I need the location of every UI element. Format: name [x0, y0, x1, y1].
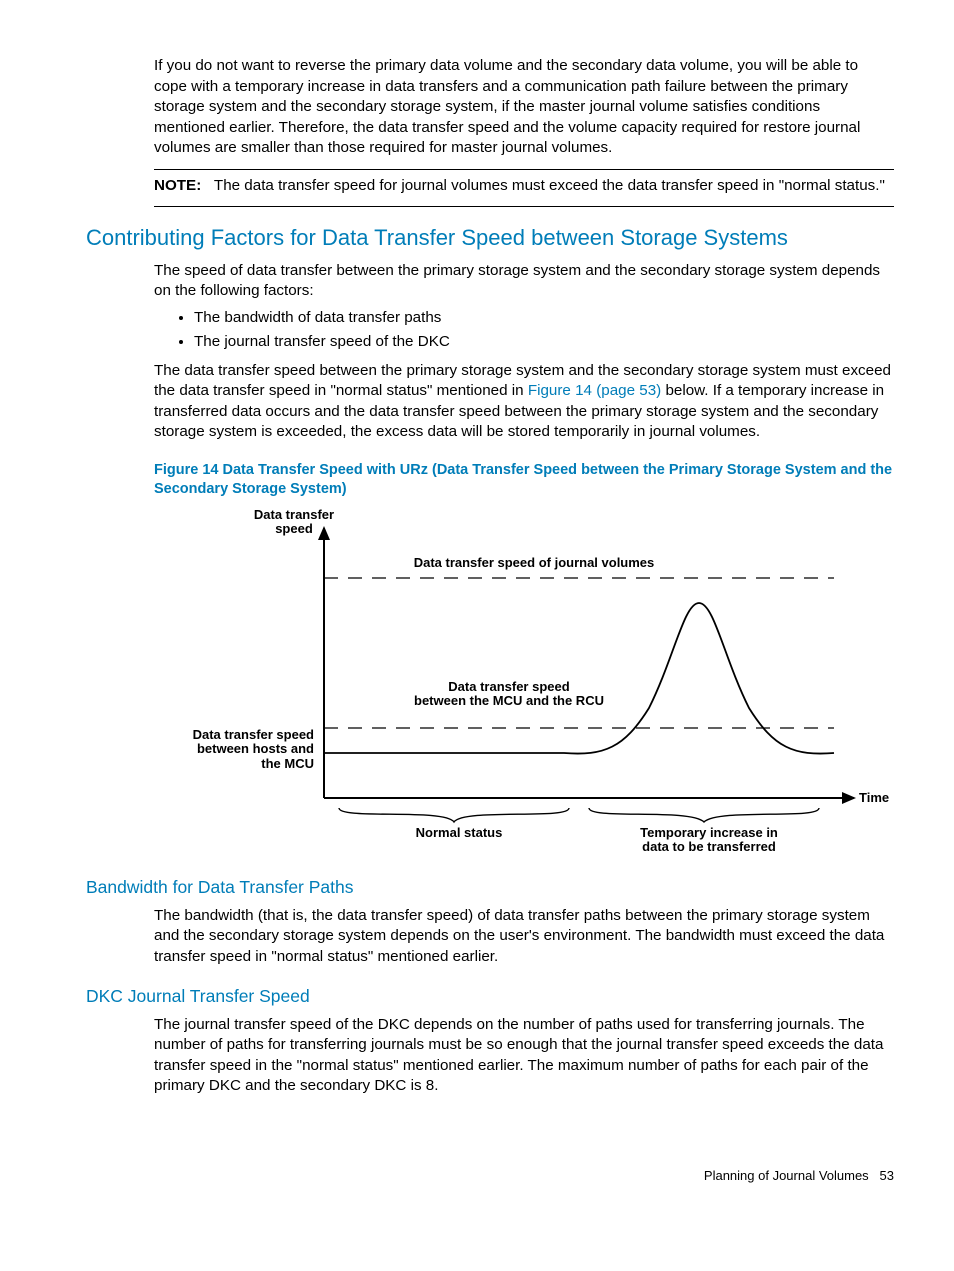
label-mcu-rcu: Data transfer speedbetween the MCU and t… — [384, 680, 634, 709]
note-text: The data transfer speed for journal volu… — [214, 177, 885, 194]
contrib-p2: The data transfer speed between the prim… — [154, 361, 894, 443]
intro-paragraph: If you do not want to reverse the primar… — [154, 56, 894, 159]
note-block: NOTE: The data transfer speed for journa… — [154, 176, 894, 197]
footer-section-title: Planning of Journal Volumes — [704, 1168, 869, 1183]
note-rule-bottom — [154, 206, 894, 207]
figure-14-chart: Data transferspeed Data transfer speed o… — [154, 508, 894, 858]
dkc-paragraph: The journal transfer speed of the DKC de… — [154, 1015, 894, 1097]
x-axis-label: Time — [859, 791, 889, 805]
label-temporary-increase: Temporary increase indata to be transfer… — [614, 826, 804, 855]
figure-14-link[interactable]: Figure 14 (page 53) — [528, 382, 661, 399]
page-number: 53 — [880, 1168, 894, 1183]
label-journal-volumes: Data transfer speed of journal volumes — [374, 556, 694, 570]
y-axis-label: Data transferspeed — [239, 508, 349, 537]
label-hosts-mcu: Data transfer speedbetween hosts andthe … — [154, 728, 314, 771]
list-item: The bandwidth of data transfer paths — [194, 308, 894, 329]
bandwidth-paragraph: The bandwidth (that is, the data transfe… — [154, 906, 894, 968]
note-rule-top — [154, 169, 894, 170]
heading-bandwidth: Bandwidth for Data Transfer Paths — [86, 876, 894, 900]
factor-list: The bandwidth of data transfer paths The… — [154, 308, 894, 353]
list-item: The journal transfer speed of the DKC — [194, 332, 894, 353]
heading-dkc-journal: DKC Journal Transfer Speed — [86, 985, 894, 1009]
label-normal-status: Normal status — [399, 826, 519, 840]
note-label: NOTE: — [154, 177, 201, 194]
heading-contributing-factors: Contributing Factors for Data Transfer S… — [86, 223, 894, 253]
contrib-p1: The speed of data transfer between the p… — [154, 261, 894, 302]
page-footer: Planning of Journal Volumes 53 — [86, 1167, 894, 1185]
figure-14-caption: Figure 14 Data Transfer Speed with URz (… — [154, 461, 894, 500]
